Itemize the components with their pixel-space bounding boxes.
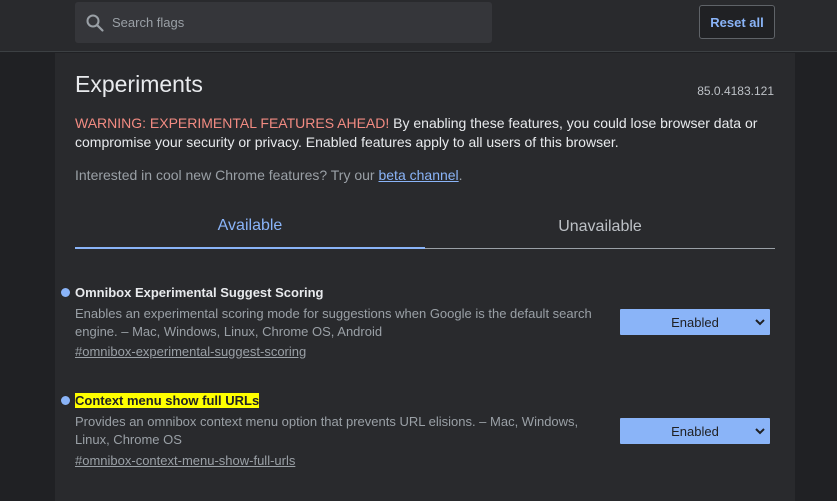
- chevron-down-icon: [755, 319, 765, 326]
- experiment-state-select[interactable]: Enabled: [620, 309, 770, 335]
- header-bar: Reset all: [0, 0, 837, 52]
- reset-all-button[interactable]: Reset all: [699, 5, 775, 39]
- chevron-down-icon: [755, 428, 765, 435]
- version-label: 85.0.4183.121: [697, 84, 774, 98]
- select-value: Enabled: [671, 314, 719, 330]
- experiment-status-dot: [61, 396, 70, 405]
- experiment-state-select[interactable]: Enabled: [620, 418, 770, 444]
- beta-channel-promo: Interested in cool new Chrome features? …: [75, 167, 463, 183]
- tab-bar: Available Unavailable: [75, 205, 775, 250]
- interest-suffix: .: [458, 167, 463, 183]
- search-input[interactable]: [112, 2, 482, 43]
- experiment-name: Omnibox Experimental Suggest Scoring: [75, 285, 324, 300]
- search-icon: [86, 14, 104, 32]
- tab-unavailable[interactable]: Unavailable: [425, 205, 775, 249]
- experiment-permalink[interactable]: #omnibox-context-menu-show-full-urls: [75, 453, 295, 468]
- page-title: Experiments: [75, 71, 203, 97]
- experiment-permalink[interactable]: #omnibox-experimental-suggest-scoring: [75, 344, 306, 359]
- experiment-status-dot: [61, 288, 70, 297]
- warning-prefix: WARNING: EXPERIMENTAL FEATURES AHEAD!: [75, 115, 390, 131]
- beta-channel-link[interactable]: beta channel: [378, 167, 458, 183]
- warning-message: WARNING: EXPERIMENTAL FEATURES AHEAD! By…: [75, 114, 765, 152]
- search-match-highlight: Context menu show full URLs: [75, 393, 260, 408]
- interest-text: Interested in cool new Chrome features? …: [75, 167, 379, 183]
- select-value: Enabled: [671, 423, 719, 439]
- experiment-description: Provides an omnibox context menu option …: [75, 414, 579, 447]
- search-box[interactable]: [75, 2, 492, 43]
- experiment-name: Context menu show full URLs: [75, 393, 260, 408]
- experiment-description: Enables an experimental scoring mode for…: [75, 306, 592, 339]
- tab-available[interactable]: Available: [75, 205, 425, 249]
